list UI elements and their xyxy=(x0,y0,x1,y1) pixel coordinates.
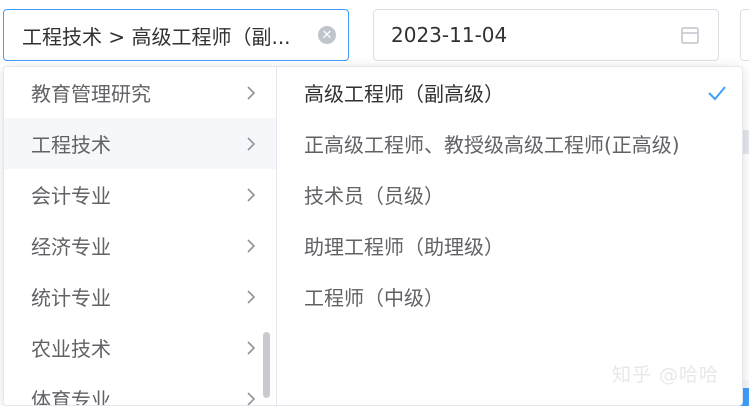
cascader-option[interactable]: 经济专业 xyxy=(4,220,276,271)
chevron-right-icon xyxy=(247,391,256,405)
cascader-option[interactable]: 工程技术 xyxy=(4,118,276,169)
option-label: 工程技术 xyxy=(31,133,111,157)
watermark: 知乎 @哈哈 xyxy=(612,364,720,386)
check-icon xyxy=(708,85,726,100)
cascader-option[interactable]: 高级工程师（副高级） xyxy=(277,67,742,118)
option-label: 农业技术 xyxy=(31,337,111,361)
cascader-option[interactable]: 会计专业 xyxy=(4,169,276,220)
cascader-menu-level-1: 教育管理研究 工程技术会计专业经济专业统计专业农业技术体育专业 xyxy=(4,67,277,405)
chevron-right-icon xyxy=(247,136,256,151)
partial-input[interactable] xyxy=(740,9,749,61)
chevron-right-icon xyxy=(247,85,256,100)
cascader-option[interactable]: 技术员（员级） xyxy=(277,169,742,220)
cascader-option[interactable]: 统计专业 xyxy=(4,271,276,322)
cascader-option[interactable]: 农业技术 xyxy=(4,322,276,373)
cascader-dropdown: 教育管理研究 工程技术会计专业经济专业统计专业农业技术体育专业 高级工程师（副高级… xyxy=(3,66,743,406)
chevron-right-icon xyxy=(247,340,256,355)
option-label: 正高级工程师、教授级高级工程师(正高级) xyxy=(304,133,680,157)
cascader-value: 工程技术 > 高级工程师（副... xyxy=(22,24,291,49)
cascader-option[interactable]: 教育管理研究 xyxy=(4,67,276,118)
date-value: 2023-11-04 xyxy=(391,23,508,47)
cascader-option[interactable]: 工程师（中级） xyxy=(277,271,742,322)
chevron-right-icon xyxy=(247,187,256,202)
chevron-right-icon xyxy=(247,289,256,304)
option-label: 教育管理研究 xyxy=(31,82,151,106)
option-label: 高级工程师（副高级） xyxy=(304,82,504,106)
option-label: 技术员（员级） xyxy=(304,184,444,208)
option-label: 工程师（中级） xyxy=(304,286,444,310)
option-label: 助理工程师（助理级） xyxy=(304,235,504,259)
scrollbar-thumb[interactable] xyxy=(263,332,270,398)
option-label: 统计专业 xyxy=(31,286,111,310)
option-label: 经济专业 xyxy=(31,235,111,259)
circle-close-icon[interactable]: ✕ xyxy=(318,26,336,44)
cascader-input[interactable]: 工程技术 > 高级工程师（副... ✕ xyxy=(3,9,349,61)
chevron-right-icon xyxy=(247,238,256,253)
option-label: 会计专业 xyxy=(31,184,111,208)
option-label: 体育专业 xyxy=(31,388,111,406)
cascader-option[interactable]: 体育专业 xyxy=(4,373,276,406)
date-picker-input[interactable]: 2023-11-04 xyxy=(373,9,719,61)
cascader-option[interactable]: 正高级工程师、教授级高级工程师(正高级) xyxy=(277,118,742,169)
cascader-option[interactable]: 助理工程师（助理级） xyxy=(277,220,742,271)
cascader-menu-level-2: 高级工程师（副高级） 正高级工程师、教授级高级工程师(正高级) 技术员（员级） 助理工… xyxy=(277,67,742,405)
calendar-icon[interactable] xyxy=(680,25,700,45)
